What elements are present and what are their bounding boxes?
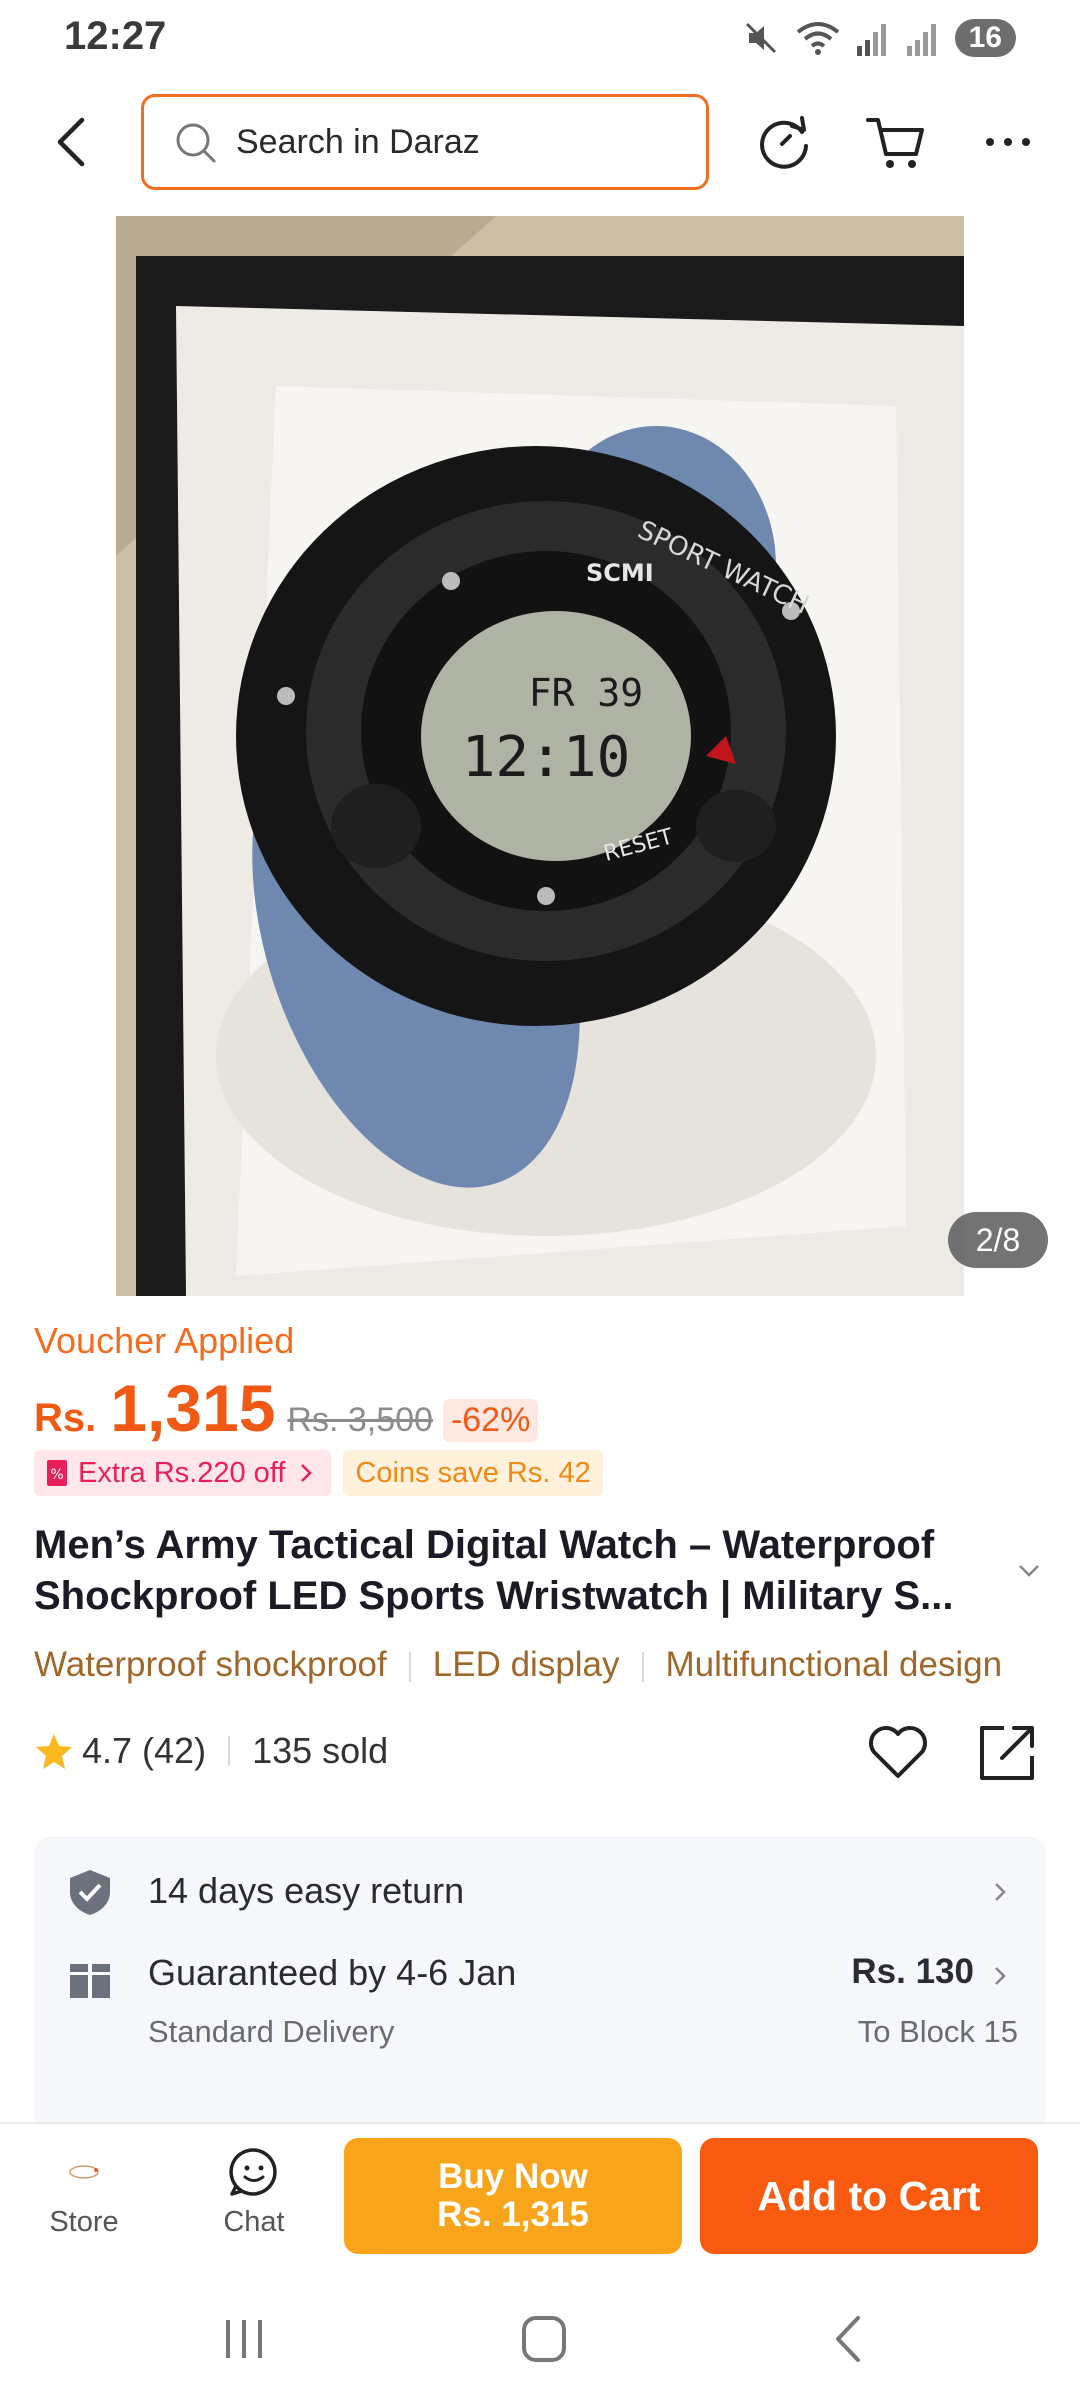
star-icon <box>36 1734 72 1769</box>
chat-button[interactable]: Chat <box>184 2144 324 2239</box>
feature-tag[interactable]: Multifunctional design <box>666 1645 1003 1684</box>
tag-divider <box>408 1651 411 1682</box>
sold-count: 135 sold <box>252 1730 389 1771</box>
home-icon[interactable] <box>514 2312 574 2366</box>
status-icons: 16 <box>741 18 1016 58</box>
price-currency: Rs. <box>34 1396 97 1440</box>
chat-label: Chat <box>223 2206 285 2238</box>
buy-now-label: Buy Now <box>438 2157 588 2196</box>
status-bar: 12:27 16 <box>0 0 1080 80</box>
back-arrow-icon[interactable] <box>44 112 104 172</box>
original-price: Rs. 3,500 <box>287 1401 433 1439</box>
return-policy-label: 14 days easy return <box>148 1870 465 1911</box>
store-label: Store <box>49 2206 119 2238</box>
coins-label: Coins save Rs. 42 <box>355 1456 591 1489</box>
delivery-location: To Block 15 <box>857 2014 1018 2049</box>
rating-row[interactable]: 4.7 (42) 135 sold <box>34 1730 388 1772</box>
buy-now-price: Rs. 1,315 <box>437 2195 589 2234</box>
price-row: Rs. 1,315 Rs. 3,500 -62% <box>34 1370 539 1446</box>
feature-tag[interactable]: LED display <box>433 1645 620 1684</box>
battery-badge: 16 <box>954 19 1016 57</box>
store-button[interactable]: Store <box>14 2144 154 2239</box>
voucher-label: Voucher Applied <box>34 1320 295 1361</box>
search-placeholder: Search in Daraz <box>236 122 480 161</box>
svg-text:12:10: 12:10 <box>462 725 631 790</box>
chevron-down-icon[interactable] <box>1014 1556 1044 1586</box>
chevron-right-icon <box>995 1967 1006 1985</box>
delivery-type-label: Standard Delivery <box>148 2014 395 2049</box>
shield-check-icon <box>70 1870 110 1915</box>
store-logo-icon <box>69 2165 99 2179</box>
back-icon[interactable] <box>818 2312 878 2366</box>
rating-divider <box>228 1736 231 1766</box>
svg-text:%: % <box>50 1467 63 1483</box>
discount-badge: -62% <box>442 1399 539 1442</box>
status-time: 12:27 <box>64 14 167 58</box>
system-nav-bar <box>0 2272 1080 2400</box>
delivery-row[interactable]: Guaranteed by 4-6 Jan Standard Delivery … <box>34 1946 1046 2136</box>
chat-icon <box>229 2148 277 2196</box>
delivery-price: Rs. 130 <box>851 1952 974 1991</box>
heart-icon[interactable] <box>866 1720 930 1784</box>
coins-badge: Coins save Rs. 42 <box>343 1450 603 1496</box>
extra-off-badge[interactable]: % Extra Rs.220 off <box>34 1450 332 1496</box>
promo-row: % Extra Rs.220 off Coins save Rs. 42 <box>34 1450 603 1496</box>
search-icon <box>176 123 216 163</box>
more-icon[interactable] <box>976 110 1040 174</box>
share-icon[interactable] <box>976 1720 1040 1784</box>
price-value: 1,315 <box>110 1371 276 1445</box>
return-policy-row[interactable]: 14 days easy return <box>34 1836 1046 1946</box>
wifi-icon <box>796 22 839 55</box>
feature-tags: Waterproof shockproof LED display Multifun… <box>34 1645 1046 1695</box>
tag-divider <box>641 1651 644 1682</box>
delivery-date-label: Guaranteed by 4-6 Jan <box>148 1952 517 1993</box>
top-header: Search in Daraz <box>0 92 1080 196</box>
image-counter: 2/8 <box>948 1212 1048 1268</box>
signal-icon <box>856 24 886 56</box>
svg-text:SCMI: SCMI <box>586 559 654 587</box>
svg-text:FR 39: FR 39 <box>529 671 643 715</box>
product-image[interactable]: 12:10 FR 39 SPORT WATCH SCMI RESET <box>116 216 964 1296</box>
cart-icon[interactable] <box>864 110 928 174</box>
bottom-action-bar: Store Chat Buy Now Rs. 1,315 Add to Cart <box>0 2122 1080 2274</box>
recent-apps-icon[interactable] <box>214 2312 274 2366</box>
feature-tag[interactable]: Waterproof shockproof <box>34 1645 387 1684</box>
chevron-right-icon <box>995 1883 1006 1901</box>
service-card: 14 days easy return Guaranteed by 4-6 Ja… <box>34 1836 1046 2136</box>
signal-icon-2 <box>906 24 936 56</box>
voucher-icon: % <box>47 1460 67 1486</box>
history-icon[interactable] <box>752 110 816 174</box>
search-input[interactable]: Search in Daraz <box>141 94 709 190</box>
chevron-right-icon <box>301 1464 313 1482</box>
extra-off-label: Extra Rs.220 off <box>78 1456 286 1489</box>
review-count: (42) <box>142 1730 207 1771</box>
mute-icon <box>745 22 776 54</box>
watch-photo: 12:10 FR 39 SPORT WATCH SCMI RESET <box>116 216 964 1296</box>
product-title: Men’s Army Tactical Digital Watch – Wate… <box>34 1523 954 1618</box>
add-to-cart-button[interactable]: Add to Cart <box>700 2138 1038 2254</box>
delivery-box-icon <box>70 1960 110 1998</box>
buy-now-button[interactable]: Buy Now Rs. 1,315 <box>344 2138 682 2254</box>
rating-value: 4.7 <box>82 1730 133 1771</box>
